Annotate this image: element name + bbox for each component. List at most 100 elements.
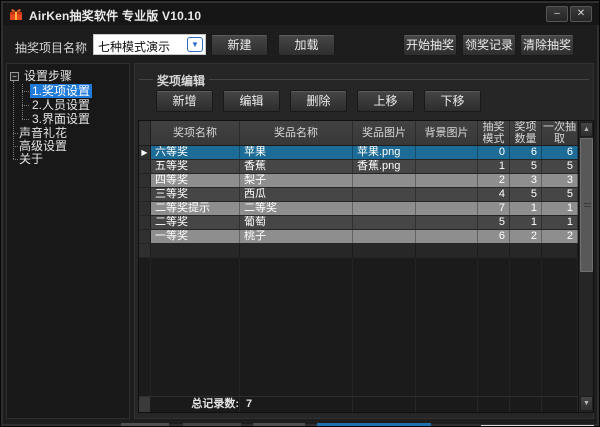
tree-item-people-settings[interactable]: 2.人员设置 [32,98,90,112]
start-draw-button[interactable]: 开始抽奖 [403,34,457,56]
cell-prize-image [353,202,416,215]
row-gutter: ▶ [139,146,151,159]
move-up-button[interactable]: 上移 [357,90,414,112]
row-gutter [139,202,151,215]
new-project-button[interactable]: 新建 [211,34,268,56]
delete-prize-button[interactable]: 删除 [290,90,347,112]
footer-cell [353,397,416,412]
clear-draw-button[interactable]: 清除抽奖 [520,34,574,56]
table-row[interactable]: 五等奖 香蕉 香蕉.png 1 5 5 [139,160,578,174]
tree-item-advanced-settings[interactable]: 高级设置 [19,139,67,153]
titlebar[interactable]: AirKen抽奖软件 专业版 V10.10 – ✕ [3,3,599,25]
empty-cell [240,244,353,257]
cell-per-draw: 5 [542,188,578,201]
scrollbar-thumb[interactable] [580,138,593,272]
cell-per-draw: 1 [542,202,578,215]
row-gutter [139,216,151,229]
empty-col [353,258,416,396]
cell-per-draw: 3 [542,174,578,187]
cell-quantity: 2 [510,230,542,243]
edit-prize-button[interactable]: 编辑 [223,90,280,112]
empty-col [416,258,478,396]
scroll-up-icon[interactable]: ▲ [580,122,593,137]
tree-root-setup-steps[interactable]: 设置步骤 [24,69,72,83]
row-gutter [139,174,151,187]
row-gutter [139,160,151,173]
cell-quantity: 6 [510,146,542,159]
empty-cell [151,244,240,257]
table-row[interactable]: 三等奖 西瓜 4 5 5 [139,188,578,202]
tree-guide [13,146,18,147]
cell-level: 三等奖 [151,188,240,201]
empty-col [151,258,240,396]
tree-item-interface-settings[interactable]: 3.界面设置 [32,112,90,126]
add-prize-button[interactable]: 新增 [156,90,213,112]
combo-dropdown-icon[interactable]: ▼ [187,37,203,52]
col-header-prize-level[interactable]: 奖项名称 [151,121,240,145]
tree-guide [22,91,29,92]
table-row[interactable]: 一等奖 桃子 6 2 2 [139,230,578,244]
empty-cell [478,244,510,257]
table-row[interactable]: 二等奖 葡萄 5 1 1 [139,216,578,230]
cell-prize-image [353,230,416,243]
col-header-quantity[interactable]: 奖项数量 [510,121,542,145]
cell-bg-image [416,188,478,201]
tree-guide [22,119,29,120]
cell-per-draw: 1 [542,216,578,229]
total-records-label: 总记录数: [151,397,240,412]
close-button[interactable]: ✕ [570,6,592,22]
tree-item-sound-confetti[interactable]: 声音礼花 [19,126,67,140]
empty-cell [542,244,578,257]
col-header-prize-image[interactable]: 奖品图片 [353,121,416,145]
prize-table: 奖项名称 奖品名称 奖品图片 背景图片 抽奖模式 奖项数量 一次抽取 ▶ 六等奖… [138,120,594,413]
cell-mode: 5 [478,216,510,229]
cell-prize-image: 苹果.png [353,146,416,159]
project-name-combobox[interactable]: 七种模式演示 ▼ [93,34,206,55]
cell-level: 六等奖 [151,146,240,159]
vertical-scrollbar[interactable]: ▲ ▼ [578,121,593,412]
cell-bg-image [416,174,478,187]
cell-bg-image [416,216,478,229]
cell-bg-image [416,146,478,159]
table-row[interactable]: 二等奖提示 二等奖 7 1 1 [139,202,578,216]
cell-quantity: 5 [510,160,542,173]
empty-col [510,258,542,396]
col-header-draw-mode[interactable]: 抽奖模式 [478,121,510,145]
table-empty-area [139,258,578,396]
table-row[interactable]: 四等奖 梨子 2 3 3 [139,174,578,188]
empty-cell [353,244,416,257]
col-header-bg-image[interactable]: 背景图片 [416,121,478,145]
cell-per-draw: 5 [542,160,578,173]
col-header-per-draw[interactable]: 一次抽取 [542,121,578,145]
cell-prize: 梨子 [240,174,353,187]
cell-quantity: 1 [510,216,542,229]
table-append-row[interactable] [139,244,578,258]
award-records-button[interactable]: 领奖记录 [462,34,516,56]
tree-expander-icon[interactable]: − [10,72,19,81]
cell-prize: 香蕉 [240,160,353,173]
settings-tree-panel: − 设置步骤 1.奖项设置 2.人员设置 3.界面设置 声音礼花 高级设置 关于 [6,63,130,419]
minimize-button[interactable]: – [546,6,568,22]
table-header: 奖项名称 奖品名称 奖品图片 背景图片 抽奖模式 奖项数量 一次抽取 [139,121,578,146]
cell-prize: 苹果 [240,146,353,159]
cell-prize: 二等奖 [240,202,353,215]
app-gift-icon [10,9,22,20]
cell-mode: 6 [478,230,510,243]
cell-level: 一等奖 [151,230,240,243]
cell-mode: 4 [478,188,510,201]
table-footer: 总记录数: 7 [139,396,578,412]
col-header-prize-name[interactable]: 奖品名称 [240,121,353,145]
cell-quantity: 5 [510,188,542,201]
table-row[interactable]: ▶ 六等奖 苹果 苹果.png 0 6 6 [139,146,578,160]
tree-item-prize-settings[interactable]: 1.奖项设置 [30,84,93,98]
cell-per-draw: 2 [542,230,578,243]
header-gutter [139,121,151,145]
cell-prize: 葡萄 [240,216,353,229]
load-project-button[interactable]: 加载 [278,34,335,56]
move-down-button[interactable]: 下移 [424,90,481,112]
tree-item-about[interactable]: 关于 [19,152,43,166]
row-gutter [139,244,151,257]
statusbar-fragment [317,423,431,426]
scroll-down-icon[interactable]: ▼ [580,396,593,411]
statusbar-fragment [183,423,241,426]
